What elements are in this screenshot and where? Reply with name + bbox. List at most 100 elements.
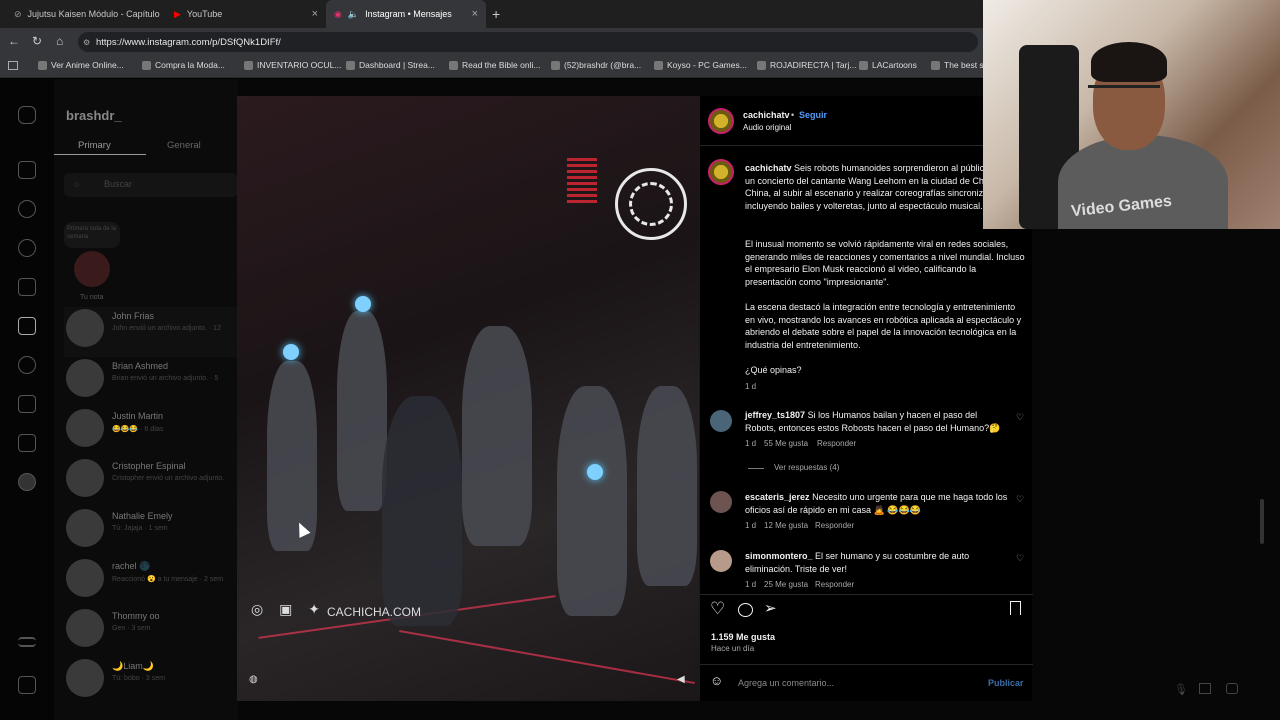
my-avatar[interactable] (74, 251, 110, 287)
like-heart-icon[interactable]: ♡ (710, 599, 725, 619)
create-plus-icon[interactable] (18, 395, 36, 413)
search-icon: ○ (74, 179, 80, 189)
emoji-icon[interactable]: ☺ (710, 673, 723, 688)
author-name[interactable]: cachichatv (743, 109, 790, 122)
commenter-avatar[interactable] (710, 550, 732, 572)
reload-icon[interactable]: ↻ (32, 34, 42, 48)
bookmark-item[interactable]: Dashboard | Strea... (346, 60, 435, 70)
stage-red-lights (567, 158, 597, 206)
home-icon[interactable]: ⌂ (56, 34, 63, 48)
bookmark-item[interactable]: Koyso - PC Games... (654, 60, 747, 70)
view-replies-button[interactable]: Ver respuestas (4) (774, 463, 839, 472)
instagram-logo-icon[interactable] (18, 106, 36, 124)
bookmark-item[interactable]: Read the Bible onli... (449, 60, 540, 70)
bookmark-item[interactable]: Ver Anime Online... (38, 60, 124, 70)
note-bubble[interactable]: Primera nota de la semana (64, 222, 120, 248)
dm-username[interactable]: brashdr_ (66, 108, 122, 123)
social-icons: ◎ ▣ ✦ (251, 601, 326, 617)
bookmark-item[interactable]: LACartoons (859, 60, 917, 70)
dashboard-icon[interactable] (18, 434, 36, 452)
reels-icon[interactable] (18, 278, 36, 296)
menu-icon[interactable] (18, 637, 36, 647)
commenter-avatar[interactable] (710, 491, 732, 513)
conversation-preview: Cristopher envió un archivo adjunto. (112, 475, 225, 482)
close-tab-icon[interactable]: × (312, 8, 318, 20)
comment-like-icon[interactable]: ♡ (1016, 412, 1024, 423)
caption-avatar[interactable] (708, 159, 734, 185)
bookmark-favicon-icon (449, 60, 458, 70)
comment-likes[interactable]: 55 Me gusta (764, 439, 808, 448)
bookmark-label: Compra la Moda... (155, 60, 225, 70)
comment-input[interactable]: Agrega un comentario... (738, 677, 834, 690)
url-input[interactable]: ⚙ https://www.instagram.com/p/DSfQNk1DIF… (78, 32, 978, 52)
conversation-item[interactable]: John Frias John envió un archivo adjunto… (64, 307, 238, 357)
commenter-avatar[interactable] (710, 410, 732, 432)
notifications-heart-icon[interactable] (18, 356, 36, 374)
sticker-icon[interactable] (1226, 683, 1238, 694)
comment-like-icon[interactable]: ♡ (1016, 553, 1024, 564)
avatar (66, 659, 104, 697)
new-tab-icon[interactable]: + (492, 6, 500, 22)
explore-icon[interactable] (18, 239, 36, 257)
publish-button[interactable]: Publicar (988, 677, 1024, 690)
conversation-item[interactable]: Justin Martin 😂😂😂 · 6 días (64, 407, 238, 457)
conversation-item[interactable]: Brian Ashmed Brian envió un archivo adju… (64, 357, 238, 407)
conversation-item[interactable]: Thommy oo Gen · 3 sem (64, 607, 238, 657)
tab-jujutsu[interactable]: ⊘ Jujutsu Kaisen Módulo - Capítulo × (6, 0, 166, 28)
tagged-user-icon[interactable]: ◍ (249, 674, 258, 685)
reply-button[interactable]: Responder (815, 580, 854, 589)
robot-head (355, 296, 371, 312)
comment-likes[interactable]: 25 Me gusta (764, 580, 808, 589)
comment-icon[interactable] (738, 603, 753, 617)
reply-button[interactable]: Responder (815, 521, 854, 530)
author-avatar[interactable] (708, 108, 734, 134)
home-icon[interactable] (18, 161, 36, 179)
save-bookmark-icon[interactable] (1010, 601, 1021, 615)
likes-count[interactable]: 1.159 Me gusta (711, 631, 775, 644)
speaker-icon[interactable]: 🔈 (348, 9, 359, 20)
messages-icon[interactable] (18, 317, 36, 335)
post-video[interactable]: ◎ ▣ ✦ CACHICHA.COM ◍ ◀ (237, 96, 699, 701)
search-icon[interactable] (18, 200, 36, 218)
conversation-item[interactable]: Cristopher Espinal Cristopher envió un a… (64, 457, 238, 507)
site-info-icon[interactable]: ⚙ (83, 38, 90, 47)
share-icon[interactable]: ➢ (764, 599, 777, 617)
follow-button[interactable]: Seguir (799, 109, 827, 122)
comment-like-icon[interactable]: ♡ (1016, 494, 1024, 505)
tab-primary[interactable]: Primary (78, 140, 111, 151)
comment-likes[interactable]: 12 Me gusta (764, 521, 808, 530)
reply-button[interactable]: Responder (817, 439, 856, 448)
conversation-item[interactable]: 🌙Liam🌙 Tú: bobo · 3 sem (64, 657, 238, 707)
audio-label[interactable]: Audio original (743, 122, 791, 135)
bookmark-item[interactable]: INVENTARIO OCUL... (244, 60, 341, 70)
commenter-name[interactable]: escateris_jerez (745, 492, 810, 502)
bookmark-item[interactable]: (52)brashdr (@bra... (551, 60, 641, 70)
scrollbar[interactable] (1260, 499, 1264, 544)
singer (382, 396, 462, 626)
bookmark-item[interactable]: Compra la Moda... (142, 60, 225, 70)
conversation-item[interactable]: Nathalie Emely Tú: Jajaja · 1 sem (64, 507, 238, 557)
bookmark-label: INVENTARIO OCUL... (257, 60, 342, 70)
glasses (1088, 85, 1160, 88)
profile-avatar[interactable] (18, 473, 36, 491)
search-input[interactable]: ○ Buscar (64, 173, 238, 197)
tab-instagram[interactable]: ◉ 🔈 Instagram • Mensajes × (326, 0, 486, 28)
avatar (66, 359, 104, 397)
bookmarks-menu-icon[interactable] (8, 61, 18, 70)
commenter-name[interactable]: jeffrey_ts1807 (745, 410, 805, 420)
more-apps-icon[interactable] (18, 676, 36, 694)
conversation-item[interactable]: rachel 🌑 Reaccionó 😮 a tu mensaje · 2 se… (64, 557, 238, 607)
bookmark-favicon-icon (38, 60, 47, 70)
tab-youtube[interactable]: ▶ YouTube × (166, 0, 326, 28)
bookmark-item[interactable]: The best st (931, 60, 986, 70)
mic-icon[interactable]: 🎙 (1174, 683, 1188, 696)
back-icon[interactable]: ← (8, 34, 20, 48)
image-icon[interactable] (1199, 683, 1211, 694)
close-tab-icon[interactable]: × (472, 8, 478, 20)
volume-icon[interactable]: ◀ (677, 674, 685, 685)
tab-general[interactable]: General (167, 140, 201, 151)
avatar (66, 609, 104, 647)
commenter-name[interactable]: simonmontero_ (745, 551, 813, 561)
bookmark-item[interactable]: ROJADIRECTA | Tarj... (757, 60, 856, 70)
caption-author[interactable]: cachichatv (745, 163, 792, 173)
